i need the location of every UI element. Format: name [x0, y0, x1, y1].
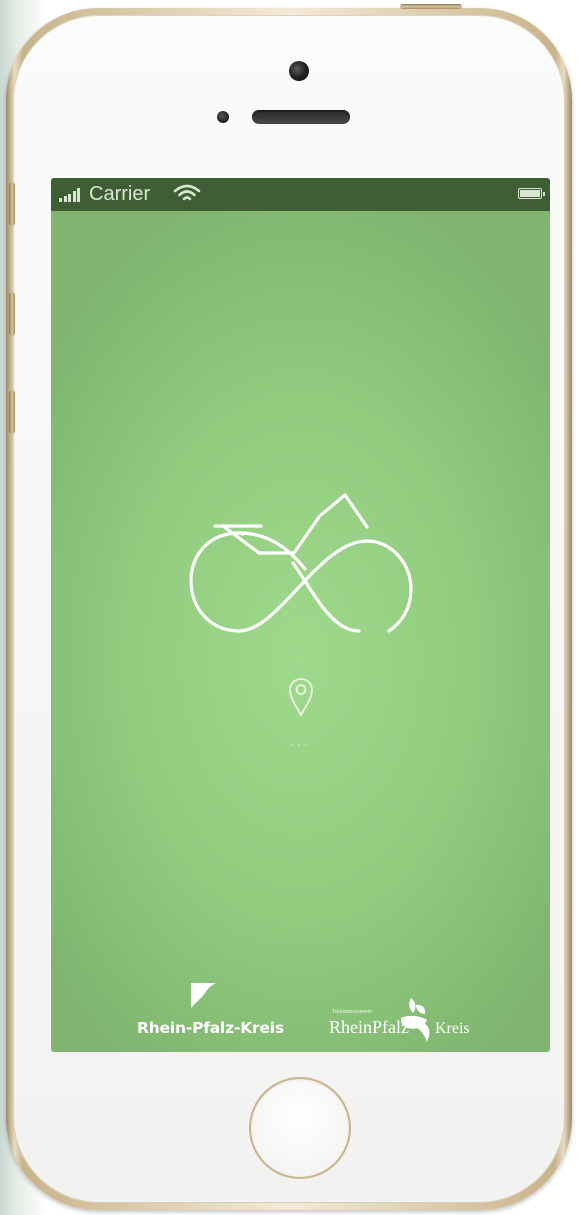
battery-tip	[543, 192, 545, 196]
volume-up-button	[9, 292, 15, 336]
carrier-label: Carrier	[89, 183, 151, 205]
volume-down-button	[9, 390, 15, 434]
battery-level	[520, 190, 540, 197]
rhein-pfalz-kreis-flag-icon	[191, 983, 216, 1008]
rhein-pfalz-kreis-logo: Rhein-Pfalz-Kreis	[137, 982, 284, 1042]
front-camera	[289, 61, 309, 81]
mute-switch	[9, 182, 15, 226]
status-bar: Carrier	[51, 178, 550, 211]
loading-indicator: ...	[290, 733, 311, 749]
wifi-icon	[173, 184, 201, 201]
tourismusverein-tagline: Tourismusverein	[332, 1009, 373, 1015]
bicycle-infinity-icon	[189, 493, 413, 633]
signal-bars-icon	[59, 188, 80, 202]
power-button	[400, 4, 462, 9]
leaf-logo-icon	[400, 998, 430, 1042]
battery-icon	[518, 188, 542, 199]
map-pin-icon	[289, 678, 313, 717]
tourismusverein-logo: Tourismusverein RheinPfalz Kreis	[325, 984, 485, 1044]
app-screen: Carrier ... Rhein-Pfalz-Kreis Tourismusv…	[51, 178, 550, 1052]
home-button[interactable]	[249, 1077, 351, 1179]
kreis-wordmark: Kreis	[435, 1020, 470, 1037]
proximity-sensor	[217, 111, 229, 123]
rhein-pfalz-kreis-name: Rhein-Pfalz-Kreis	[137, 1019, 284, 1037]
earpiece-speaker	[252, 110, 350, 124]
